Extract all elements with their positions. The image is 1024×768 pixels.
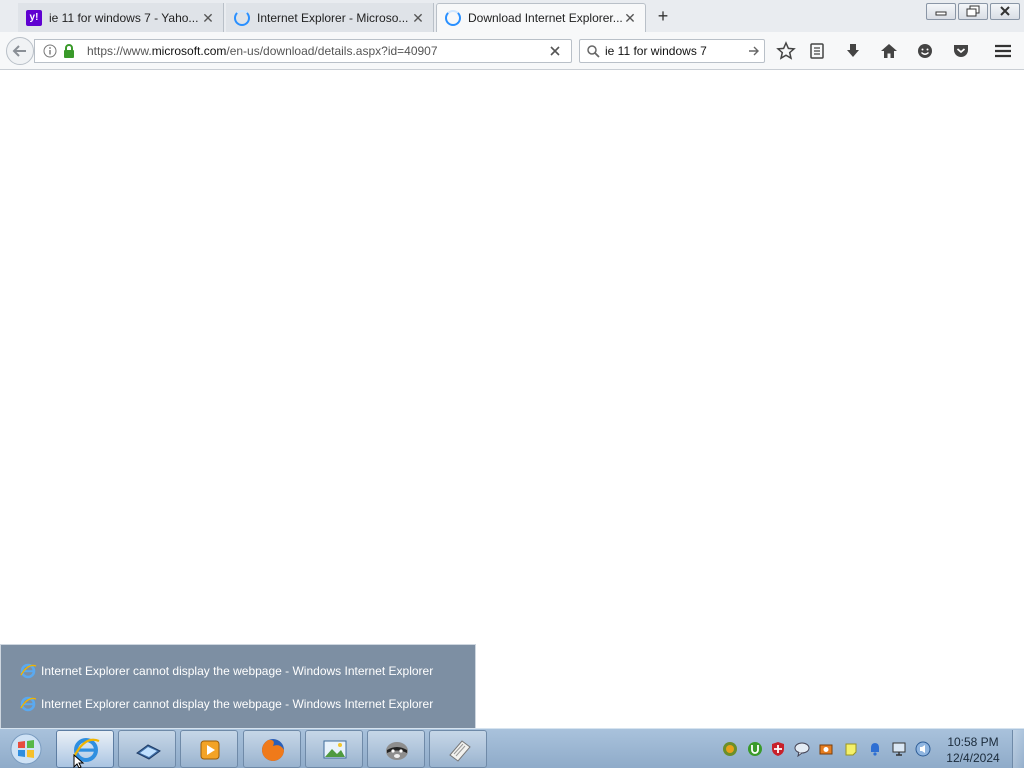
minimize-button[interactable] bbox=[926, 3, 956, 20]
preview-window-title: Internet Explorer cannot display the web… bbox=[41, 664, 434, 678]
menu-icon[interactable] bbox=[993, 41, 1013, 61]
media-player-icon bbox=[200, 740, 220, 760]
raccoon-app-icon bbox=[386, 742, 408, 760]
clock-date: 12/4/2024 bbox=[946, 751, 1000, 765]
search-icon bbox=[587, 45, 600, 58]
tab-download-ie[interactable]: Download Internet Explorer... ✕ bbox=[436, 3, 646, 32]
taskbar-notepad[interactable] bbox=[429, 730, 487, 768]
taskbar-internet-explorer[interactable] bbox=[56, 730, 114, 768]
info-icon[interactable] bbox=[43, 44, 57, 58]
taskbar-raccoon-app[interactable] bbox=[367, 730, 425, 768]
download-icon[interactable] bbox=[843, 41, 863, 61]
clock-time: 10:58 PM bbox=[947, 735, 999, 749]
network-icon[interactable] bbox=[891, 741, 907, 757]
picture-viewer-icon bbox=[323, 740, 347, 759]
loading-spinner-icon bbox=[445, 10, 461, 26]
pocket-icon[interactable] bbox=[951, 41, 971, 61]
page-content bbox=[0, 71, 1024, 728]
url-host: microsoft.com bbox=[151, 44, 227, 58]
internet-explorer-icon bbox=[20, 663, 37, 679]
reading-list-icon[interactable] bbox=[807, 41, 827, 61]
back-button[interactable] bbox=[6, 37, 34, 65]
new-tab-button[interactable]: + bbox=[652, 5, 674, 27]
search-query: ie 11 for windows 7 bbox=[605, 44, 707, 58]
url-text[interactable]: https://www.microsoft.com/en-us/download… bbox=[87, 44, 438, 58]
bell-icon[interactable] bbox=[867, 741, 883, 757]
restore-button[interactable] bbox=[958, 3, 988, 20]
close-icon[interactable]: ✕ bbox=[411, 11, 425, 25]
minimize-icon bbox=[935, 11, 947, 16]
taskbar: 10:58 PM 12/4/2024 bbox=[0, 728, 1024, 768]
restore-icon bbox=[966, 5, 980, 17]
lock-icon bbox=[64, 44, 74, 58]
search-input[interactable]: ie 11 for windows 7 bbox=[579, 39, 765, 63]
stop-icon[interactable] bbox=[549, 45, 561, 57]
preview-window-item[interactable]: Internet Explorer cannot display the web… bbox=[19, 693, 433, 715]
torrent-icon[interactable] bbox=[747, 741, 763, 757]
home-icon[interactable] bbox=[879, 41, 899, 61]
tab-yahoo-search[interactable]: y! ie 11 for windows 7 - Yaho... ✕ bbox=[18, 3, 224, 32]
notes-icon[interactable] bbox=[843, 741, 859, 757]
navigation-bar: https://www.microsoft.com/en-us/download… bbox=[0, 32, 1024, 70]
close-icon[interactable]: ✕ bbox=[201, 11, 215, 25]
firefox-icon bbox=[262, 739, 284, 761]
preview-window-item[interactable]: Internet Explorer cannot display the web… bbox=[19, 660, 433, 682]
tray-app-icon[interactable] bbox=[722, 741, 738, 757]
address-bar[interactable]: https://www.microsoft.com/en-us/download… bbox=[34, 39, 572, 63]
windows-logo-icon bbox=[10, 733, 42, 765]
taskbar-preview-popup: Internet Explorer cannot display the web… bbox=[0, 644, 476, 728]
tab-bar: y! ie 11 for windows 7 - Yaho... ✕ Inter… bbox=[0, 0, 1024, 32]
go-arrow-icon[interactable] bbox=[748, 45, 760, 57]
taskbar-picture-viewer[interactable] bbox=[305, 730, 363, 768]
network-app-icon[interactable] bbox=[818, 741, 834, 757]
tab-label: Download Internet Explorer... bbox=[468, 11, 623, 25]
shield-icon[interactable] bbox=[770, 741, 786, 757]
star-icon[interactable] bbox=[776, 41, 796, 61]
chat-icon[interactable] bbox=[794, 741, 810, 757]
smiley-icon[interactable] bbox=[915, 41, 935, 61]
display-settings-icon bbox=[136, 744, 161, 760]
tab-internet-explorer[interactable]: Internet Explorer - Microso... ✕ bbox=[226, 3, 434, 32]
back-arrow-icon bbox=[12, 45, 26, 57]
show-desktop-button[interactable] bbox=[1012, 730, 1024, 768]
volume-icon[interactable] bbox=[915, 741, 931, 757]
close-window-button[interactable] bbox=[990, 3, 1020, 20]
url-scheme: https://www. bbox=[87, 44, 152, 58]
tab-label: Internet Explorer - Microso... bbox=[257, 10, 409, 25]
yahoo-icon: y! bbox=[26, 9, 42, 26]
loading-spinner-icon bbox=[234, 9, 250, 26]
mouse-cursor-icon bbox=[73, 754, 85, 768]
taskbar-display-settings[interactable] bbox=[118, 730, 176, 768]
start-button[interactable] bbox=[8, 732, 44, 766]
system-clock[interactable]: 10:58 PM 12/4/2024 bbox=[940, 734, 1006, 766]
notepad-icon bbox=[449, 740, 471, 762]
internet-explorer-icon bbox=[20, 696, 37, 712]
close-icon bbox=[1000, 6, 1010, 16]
url-path: /en-us/download/details.aspx?id=40907 bbox=[226, 44, 438, 58]
close-icon[interactable]: ✕ bbox=[623, 11, 637, 25]
taskbar-firefox[interactable] bbox=[243, 730, 301, 768]
tab-label: ie 11 for windows 7 - Yaho... bbox=[49, 10, 199, 25]
preview-window-title: Internet Explorer cannot display the web… bbox=[41, 697, 434, 711]
taskbar-media-player[interactable] bbox=[180, 730, 238, 768]
